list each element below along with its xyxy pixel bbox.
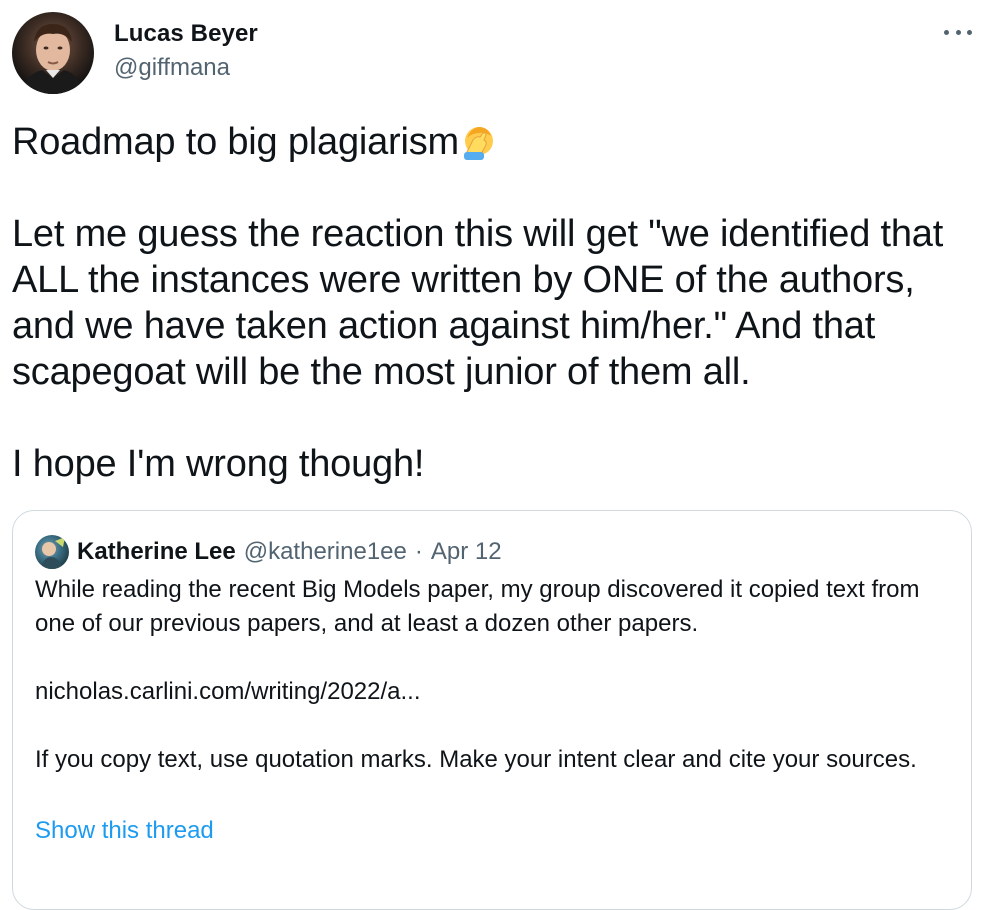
- tweet-text: Roadmap to big plagiarism Let me guess t…: [12, 119, 978, 487]
- quoted-tweet-body: While reading the recent Big Models pape…: [35, 576, 920, 773]
- show-thread-link[interactable]: Show this thread: [35, 817, 214, 845]
- quoted-tweet-card[interactable]: Katherine Lee @katherine1ee · Apr 12 Whi…: [12, 510, 972, 910]
- quoted-tweet-header: Katherine Lee @katherine1ee · Apr 12: [35, 535, 502, 569]
- quoted-author-name[interactable]: Katherine Lee: [77, 538, 236, 566]
- author-avatar[interactable]: [12, 12, 94, 94]
- face-palm-emoji-icon: [461, 124, 497, 160]
- quoted-author-handle[interactable]: @katherine1ee: [244, 538, 407, 566]
- more-options-icon[interactable]: [944, 22, 972, 42]
- header-separator: ·: [414, 538, 423, 565]
- author-display-name[interactable]: Lucas Beyer: [114, 20, 258, 48]
- tweet-paragraph-3: I hope I'm wrong though!: [12, 443, 425, 485]
- quoted-tweet-date[interactable]: Apr 12: [431, 538, 502, 566]
- author-handle[interactable]: @giffmana: [114, 54, 230, 82]
- tweet-first-line: Roadmap to big plagiarism: [12, 121, 460, 163]
- quoted-author-avatar[interactable]: [35, 535, 69, 569]
- tweet-paragraph-2: Let me guess the reaction this will get …: [12, 213, 952, 393]
